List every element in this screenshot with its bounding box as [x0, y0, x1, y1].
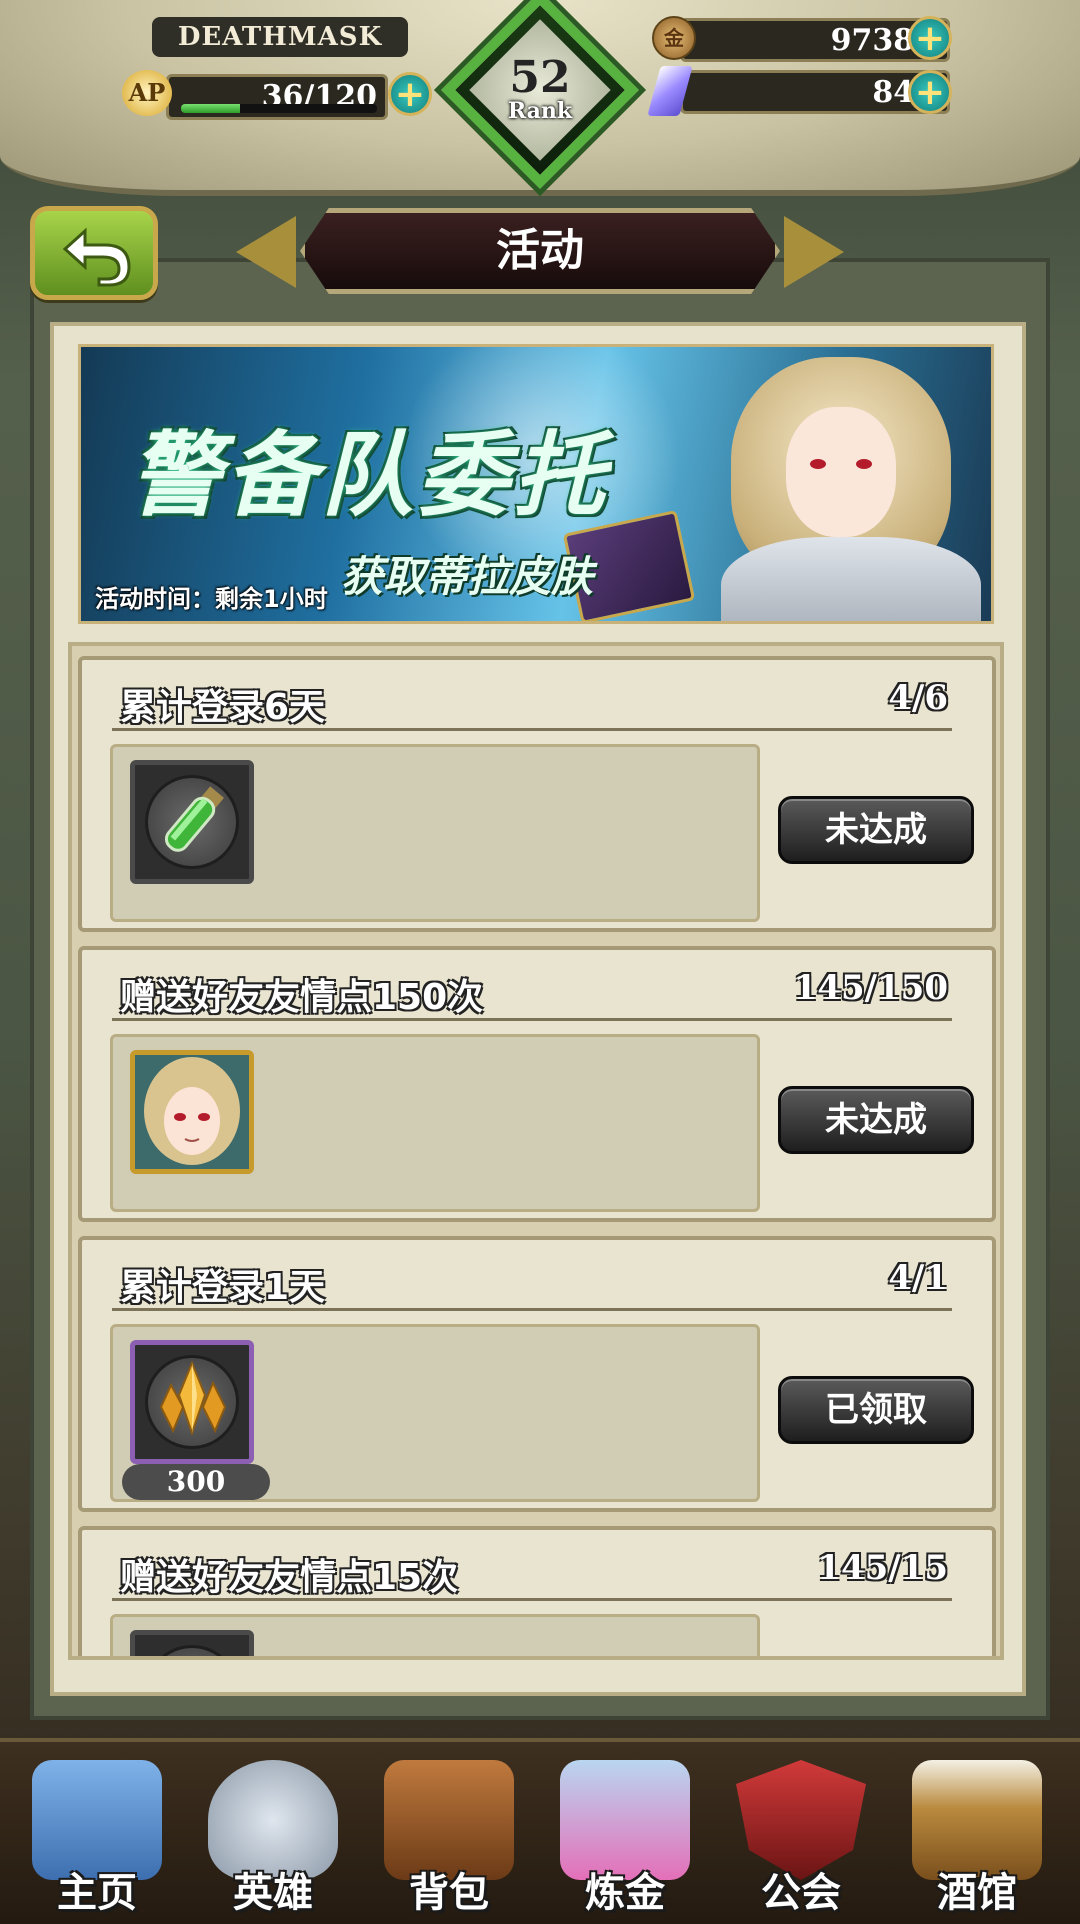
banner-character-face — [786, 407, 896, 537]
nav-label: 炼金 — [585, 1870, 665, 1916]
reward-item[interactable] — [130, 1340, 254, 1464]
banner-title: 警备队委托 — [129, 422, 610, 529]
nav-guild[interactable]: 公会 — [716, 1742, 886, 1924]
task-divider — [112, 1018, 952, 1021]
task-title: 累计登录6天 — [120, 687, 326, 728]
task-status-button[interactable]: 未达成 — [778, 796, 974, 864]
nav-label: 英雄 — [233, 1870, 313, 1916]
reward-item[interactable] — [130, 1630, 254, 1660]
task-divider — [112, 1308, 952, 1311]
nav-tavern[interactable]: 酒馆 — [892, 1742, 1062, 1924]
top-hud: DEATHMASK 36/120 AP + 52 Rank 97380 金 + … — [0, 0, 1080, 197]
nav-home[interactable]: 主页 — [12, 1742, 182, 1924]
green-potion-icon — [164, 786, 224, 852]
task-card: 累计登录1天 4/1 300 已领取 — [78, 1236, 996, 1512]
task-divider — [112, 728, 952, 731]
ap-icon: AP — [122, 70, 172, 116]
task-card: 赠送好友友情点150次 145/150 未达成 — [78, 946, 996, 1222]
task-title: 赠送好友友情点150次 — [120, 977, 484, 1018]
task-title: 累计登录1天 — [120, 1267, 326, 1308]
task-card: 赠送好友友情点15次 145/15 — [78, 1526, 996, 1660]
title-chevron-left — [236, 216, 296, 288]
green-potion-icon — [135, 1635, 249, 1660]
task-card: 累计登录6天 4/6 未达成 — [78, 656, 996, 932]
back-button[interactable] — [30, 206, 158, 300]
rank-number: 52 — [509, 52, 571, 103]
title-chevron-right — [784, 216, 844, 288]
ap-track — [181, 104, 377, 113]
task-progress: 4/6 — [888, 678, 948, 718]
ap-bar: 36/120 — [166, 74, 388, 120]
page-title: 活动 — [496, 225, 584, 276]
banner-character-eye — [856, 459, 872, 469]
banner-time: 活动时间：剩余1小时 — [95, 585, 328, 613]
ap-add-button[interactable]: + — [388, 72, 432, 116]
gold-crystal-icon — [159, 1360, 227, 1437]
nav-label: 公会 — [761, 1870, 841, 1916]
reward-count: 300 — [122, 1464, 270, 1500]
reward-item[interactable] — [130, 760, 254, 884]
event-banner[interactable]: 警备队委托 获取蒂拉皮肤 活动时间：剩余1小时 — [78, 344, 994, 624]
task-divider — [112, 1598, 952, 1601]
task-title: 赠送好友友情点15次 — [120, 1557, 459, 1598]
task-status-button[interactable]: 已领取 — [778, 1376, 974, 1444]
banner-character-eye — [810, 459, 826, 469]
task-progress: 4/1 — [888, 1258, 948, 1298]
reward-item[interactable] — [130, 1050, 254, 1174]
bottom-nav: 主页 英雄 背包 炼金 公会 酒馆 — [0, 1738, 1080, 1924]
nav-label: 主页 — [57, 1870, 137, 1916]
gold-coin-icon: 金 — [652, 16, 696, 60]
task-progress: 145/15 — [817, 1548, 948, 1588]
gold-add-button[interactable]: + — [908, 16, 952, 60]
player-name: DEATHMASK — [152, 17, 408, 57]
banner-character-body — [721, 537, 981, 621]
character-portrait-icon — [135, 1055, 249, 1169]
banner-subtitle: 获取蒂拉皮肤 — [341, 552, 594, 601]
task-list[interactable]: 累计登录6天 4/6 未达成 赠送好友友情点150次 145/150 未达成 累… — [68, 642, 1004, 1660]
nav-label: 酒馆 — [937, 1870, 1017, 1916]
back-arrow-icon — [62, 227, 131, 287]
task-status-button[interactable]: 未达成 — [778, 1086, 974, 1154]
ap-fill — [181, 104, 240, 113]
nav-label: 背包 — [409, 1870, 489, 1916]
task-progress: 145/150 — [793, 968, 948, 1008]
rank-label: Rank — [507, 98, 573, 124]
gem-add-button[interactable]: + — [908, 70, 952, 114]
nav-heroes[interactable]: 英雄 — [188, 1742, 358, 1924]
nav-alchemy[interactable]: 炼金 — [540, 1742, 710, 1924]
nav-backpack[interactable]: 背包 — [364, 1742, 534, 1924]
